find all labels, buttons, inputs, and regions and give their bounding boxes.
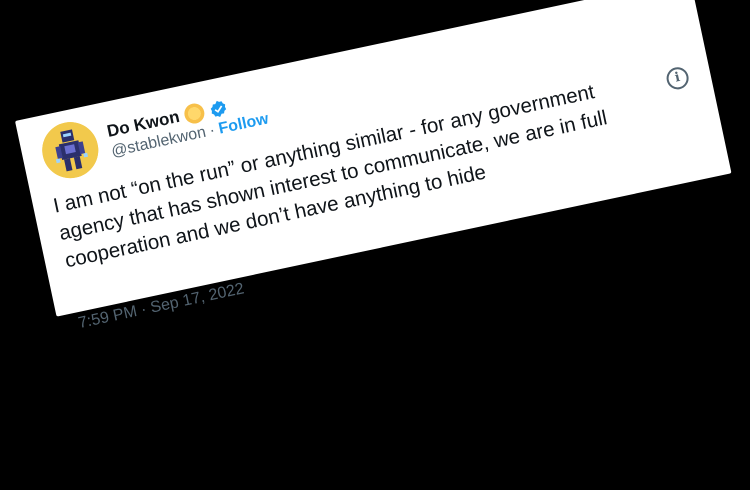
separator-dot: · xyxy=(207,121,217,140)
avatar[interactable] xyxy=(37,116,104,184)
tweet-timestamp[interactable]: 7:59 PM · Sep 17, 2022 xyxy=(77,280,246,333)
sun-emoji-icon xyxy=(182,101,206,126)
screenshot-stage: Do Kwon @stablekwon · Follow i I am not … xyxy=(0,0,750,490)
user-names: Do Kwon @stablekwon · Follow xyxy=(105,89,270,161)
tweet-text: I am not “on the run” or anything simila… xyxy=(51,80,610,273)
verified-badge-icon xyxy=(210,100,226,117)
info-icon[interactable]: i xyxy=(664,65,691,92)
tweet-card: Do Kwon @stablekwon · Follow i I am not … xyxy=(15,0,732,332)
avatar-pixel-figure-icon xyxy=(37,116,104,184)
